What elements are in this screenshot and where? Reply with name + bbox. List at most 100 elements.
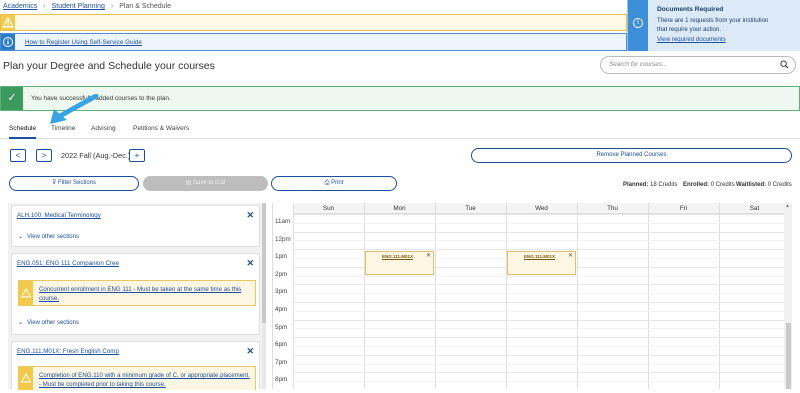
remove-course-close-icon[interactable]: ✕ [246, 258, 254, 269]
scroll-up-icon[interactable]: ▲ [785, 203, 790, 209]
term-label: 2022 Fall (Aug.-Dec.) [61, 151, 131, 160]
warning-icon [19, 367, 33, 390]
calendar-hour-line [293, 372, 784, 374]
page-title: Plan your Degree and Schedule your cours… [3, 60, 215, 72]
calendar-hour-label: 6pm [275, 341, 288, 349]
calendar-hour-label: 8pm [275, 376, 288, 384]
course-card: ALH.100: Medical Terminology ✕ ⌄ View oth… [11, 205, 260, 247]
calendar-hour-label: 3pm [275, 288, 288, 296]
next-term-button[interactable]: > [36, 149, 52, 162]
enrolled-credits: Enrolled: 0 Credits [683, 182, 735, 188]
info-icon: i [633, 18, 643, 28]
calendar-hour-line [293, 302, 784, 303]
calendar-icon: ▤ [185, 180, 193, 186]
remove-planned-courses-button[interactable]: Remove Planned Courses [471, 148, 792, 163]
calendar-hour-line [293, 214, 784, 215]
warning-icon [19, 281, 33, 305]
view-other-sections-link[interactable]: ⌄ View other sections [18, 233, 79, 240]
calendar-half-hour-line [293, 328, 784, 330]
calendar-scrollbar[interactable]: ▲ [784, 203, 792, 389]
self-service-guide-link[interactable]: How to Register Using Self-Service Guide [25, 39, 142, 46]
documents-required-message: There are 1 requests from your instituti… [657, 17, 769, 33]
info-bar: How to Register Using Self-Service Guide [0, 33, 627, 51]
schedule-calendar: Sun Mon Tue Wed Thu Fri Sat 11am 12pm 1pm 2pm 3pm 4… [272, 203, 791, 389]
previous-term-button[interactable]: < [10, 149, 26, 162]
calendar-hour-label: 2pm [275, 270, 288, 278]
course-title-link[interactable]: ALH.100: Medical Terminology [17, 212, 101, 219]
calendar-half-hour-line [293, 310, 784, 312]
remove-course-close-icon[interactable]: ✕ [246, 210, 254, 221]
documents-required-title: Documents Required [657, 6, 724, 13]
warning-icon [1, 15, 15, 30]
tab-advising[interactable]: Advising [91, 125, 116, 132]
course-title-link[interactable]: ENG.051: ENG 111 Companion Cree [17, 260, 119, 267]
requisite-warning-link[interactable]: Completion of ENG.110 with a minimum gra… [39, 371, 253, 389]
save-to-ical-button: ▤ Save to iCal [143, 176, 268, 191]
calendar-hour-label: 12pm [275, 235, 291, 243]
success-message-bar: ✓ You have successfully added courses to… [0, 86, 800, 111]
filter-sections-button[interactable]: ⊽ Filter Sections [9, 176, 139, 191]
course-list-scrollbar[interactable] [262, 203, 266, 389]
breadcrumb-academics[interactable]: Academics [3, 3, 37, 10]
calendar-day-tue: Tue [465, 205, 476, 212]
course-card: ENG.111.M01X: Fresh English Comp ✕ Compl… [11, 341, 260, 390]
warning-bar [0, 14, 627, 31]
calendar-half-hour-line [293, 240, 784, 242]
print-button[interactable]: ⎙ Print [271, 176, 397, 191]
breadcrumb-current: Plan & Schedule [119, 3, 172, 10]
calendar-half-hour-line [293, 275, 784, 277]
chevron-down-icon: ⌄ [18, 234, 24, 240]
calendar-hour-line [293, 319, 784, 321]
checkmark-icon: ✓ [1, 87, 23, 110]
calendar-day-sun: Sun [322, 205, 335, 212]
calendar-day-wed: Wed [535, 205, 548, 212]
chevron-down-icon: ⌄ [18, 320, 24, 326]
calendar-event[interactable]: ENG.111.M01X ✕ [365, 251, 434, 276]
calendar-day-thu: Thu [607, 205, 618, 212]
requisite-warning: Concurrent enrollment in ENG 111 - Must … [18, 280, 256, 306]
calendar-half-hour-line [293, 363, 784, 365]
breadcrumb-student-planning[interactable]: Student Planning [52, 3, 105, 10]
info-icon [1, 34, 15, 50]
planned-credits: Planned: 18 Credits [623, 182, 678, 188]
remove-event-close-icon[interactable]: ✕ [568, 252, 573, 259]
calendar-hour-line [293, 249, 784, 251]
breadcrumb: Academics › Student Planning › Plan & Schedu… [3, 3, 172, 10]
calendar-half-hour-line [293, 222, 784, 224]
requisite-warning-link[interactable]: Concurrent enrollment in ENG 111 - Must … [39, 285, 253, 303]
calendar-event[interactable]: ENG.111.M01X ✕ [507, 251, 576, 276]
calendar-hour-label: 4pm [275, 306, 288, 313]
documents-required-notice: i Documents Required There are 1 request… [627, 0, 800, 51]
calendar-event-label[interactable]: ENG.111.M01X [382, 254, 413, 259]
calendar-day-sat: Sat [749, 205, 760, 212]
calendar-hour-line [293, 337, 784, 339]
calendar-hour-label: 11am [275, 218, 291, 225]
calendar-hour-label: 7pm [275, 358, 288, 366]
requisite-warning: Completion of ENG.110 with a minimum gra… [18, 366, 256, 390]
calendar-day-fri: Fri [679, 205, 688, 212]
calendar-half-hour-line [293, 293, 784, 295]
remove-course-close-icon[interactable]: ✕ [246, 346, 254, 357]
add-term-button[interactable]: + [129, 149, 145, 162]
calendar-hour-label: 5pm [275, 323, 288, 331]
remove-event-close-icon[interactable]: ✕ [426, 252, 431, 259]
planned-courses-list: ALH.100: Medical Terminology ✕ ⌄ View oth… [8, 203, 262, 390]
course-title-link[interactable]: ENG.111.M01X: Fresh English Comp [17, 348, 119, 355]
calendar-hour-line [293, 284, 784, 286]
calendar-half-hour-line [293, 381, 784, 383]
calendar-hour-label: 1pm [275, 253, 288, 261]
calendar-half-hour-line [293, 346, 784, 347]
calendar-day-mon: Mon [393, 205, 406, 212]
calendar-event-label[interactable]: ENG.111.M01X [524, 254, 555, 259]
view-other-sections-link[interactable]: ⌄ View other sections [18, 319, 79, 326]
tab-petitions-waivers[interactable]: Petitions & Waivers [133, 125, 189, 132]
calendar-day-header: Sun Mon Tue Wed Thu Fri Sat [293, 203, 784, 214]
tab-timeline[interactable]: Timeline [51, 125, 75, 132]
search-placeholder: Search for courses... [609, 61, 668, 68]
course-card: ENG.051: ENG 111 Companion Cree ✕ Concur… [11, 253, 260, 335]
plan-tabs: Schedule Timeline Advising Petitions & W… [0, 121, 800, 139]
tab-schedule[interactable]: Schedule [9, 125, 37, 139]
course-search-input[interactable]: Search for courses... [600, 56, 796, 74]
search-icon[interactable] [780, 60, 789, 69]
view-required-documents-link[interactable]: View required documents [657, 36, 726, 43]
